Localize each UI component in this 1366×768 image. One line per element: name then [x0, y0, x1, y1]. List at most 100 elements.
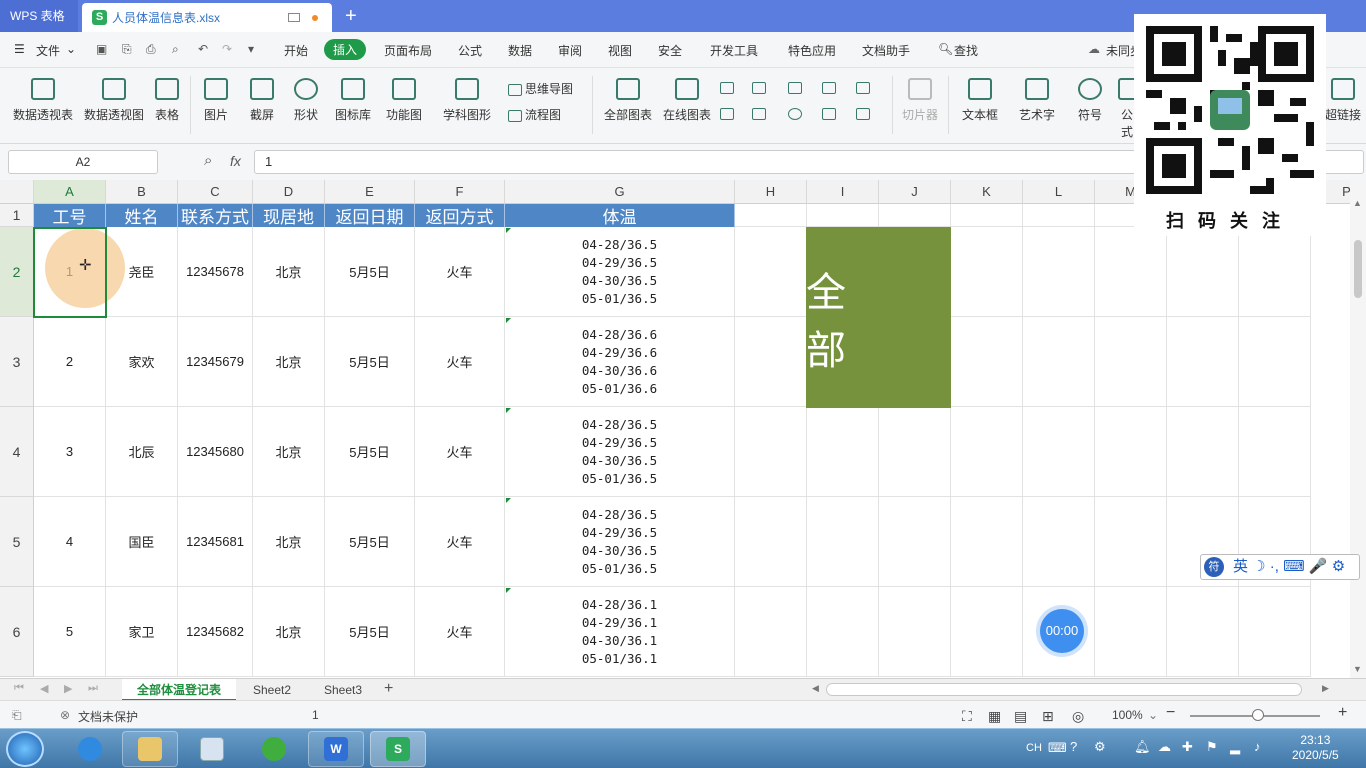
slicer-button[interactable]: 切片器: [900, 78, 940, 123]
empty-cell[interactable]: [807, 204, 879, 227]
menu-home[interactable]: 开始: [284, 42, 308, 59]
column-header[interactable]: I: [807, 180, 879, 204]
bar-chart-button[interactable]: [752, 80, 769, 94]
scroll-up-icon[interactable]: ▲: [1353, 198, 1362, 208]
symbol-button[interactable]: 符号: [1072, 78, 1108, 123]
preview-icon[interactable]: ⌕: [172, 42, 179, 57]
fullscreen-icon[interactable]: ⛶: [962, 708, 972, 725]
security-icon[interactable]: ✚: [1182, 739, 1193, 755]
column-header[interactable]: A: [34, 180, 106, 204]
vertical-scrollbar[interactable]: ▲ ▼: [1350, 180, 1366, 678]
cell-temperature[interactable]: 04-28/36.5 04-29/36.5 04-30/36.5 05-01/36.5: [505, 407, 735, 497]
start-button[interactable]: [6, 731, 44, 767]
empty-cell[interactable]: [879, 587, 951, 677]
wordart-button[interactable]: 艺术字: [1014, 78, 1060, 123]
zoom-out-icon[interactable]: −: [1166, 704, 1175, 722]
cell-temperature[interactable]: 04-28/36.5 04-29/36.5 04-30/36.5 05-01/36.5: [505, 227, 735, 317]
column-chart-button[interactable]: [720, 80, 737, 94]
chevron-down-icon[interactable]: ⌄: [66, 42, 76, 56]
function-chart-button[interactable]: 功能图: [382, 78, 426, 123]
language-indicator[interactable]: CH: [1026, 742, 1042, 754]
horizontal-scrollbar[interactable]: [826, 683, 1302, 696]
cell-mode[interactable]: 火车: [415, 497, 505, 587]
notification-icon[interactable]: 🔔︎: [1134, 739, 1151, 755]
app-tab-wps[interactable]: WPS 表格: [0, 0, 78, 32]
normal-view-icon[interactable]: ▦: [988, 708, 1001, 725]
vertical-scroll-thumb[interactable]: [1354, 240, 1362, 298]
radar-chart-button[interactable]: [822, 80, 839, 94]
row-header[interactable]: 4: [0, 407, 34, 497]
header-cell[interactable]: 现居地: [253, 204, 325, 227]
header-cell[interactable]: 工号: [34, 204, 106, 227]
spreadsheet-grid[interactable]: A B C D E F G H I J K L M N O P 1 工号 姓名 …: [0, 180, 1366, 678]
empty-cell[interactable]: [1239, 227, 1311, 317]
empty-cell[interactable]: [735, 587, 807, 677]
line-chart-button[interactable]: [788, 80, 805, 94]
signal-icon[interactable]: ▂: [1230, 739, 1240, 755]
menu-doc-assistant[interactable]: 文档助手: [862, 42, 910, 59]
protection-status[interactable]: 文档未保护: [78, 708, 138, 725]
taskbar-ie[interactable]: [62, 731, 118, 767]
menu-data[interactable]: 数据: [508, 42, 532, 59]
cell-id[interactable]: 4: [34, 497, 106, 587]
empty-cell[interactable]: [807, 407, 879, 497]
empty-cell[interactable]: [951, 317, 1023, 407]
column-header[interactable]: H: [735, 180, 807, 204]
cell-name[interactable]: 北辰: [106, 407, 178, 497]
scatter-chart-button[interactable]: [822, 106, 839, 120]
pie-chart-button[interactable]: [788, 106, 805, 120]
file-tab[interactable]: S 人员体温信息表.xlsx: [82, 3, 332, 32]
hyperlink-button[interactable]: 超链接: [1325, 78, 1361, 123]
empty-cell[interactable]: [1023, 317, 1095, 407]
cell-mode[interactable]: 火车: [415, 227, 505, 317]
column-header[interactable]: G: [505, 180, 735, 204]
taskbar-refresh[interactable]: [246, 731, 302, 767]
volume-icon[interactable]: ♪: [1254, 739, 1261, 754]
empty-cell[interactable]: [735, 227, 807, 317]
cell-city[interactable]: 北京: [253, 407, 325, 497]
cell-date[interactable]: 5月5日: [325, 317, 415, 407]
cell-name[interactable]: 家卫: [106, 587, 178, 677]
column-header[interactable]: E: [325, 180, 415, 204]
taskbar-wps-sheets[interactable]: S: [370, 731, 426, 767]
cell-temperature[interactable]: 04-28/36.6 04-29/36.6 04-30/36.6 05-01/36.6: [505, 317, 735, 407]
stock-chart-button[interactable]: [720, 106, 737, 120]
pivot-chart-button[interactable]: 数据透视图: [83, 78, 145, 123]
cell-id[interactable]: 2: [34, 317, 106, 407]
eye-care-icon[interactable]: ◎: [1072, 708, 1084, 725]
row-header[interactable]: 2: [0, 227, 34, 317]
empty-cell[interactable]: [735, 497, 807, 587]
ime-status[interactable]: 英 ☽ ·, ⌨ 🎤 ⚙: [1233, 558, 1345, 575]
scroll-right-icon[interactable]: ▶: [1322, 683, 1329, 694]
network-app-icon[interactable]: ☁: [1158, 739, 1171, 755]
name-box[interactable]: A2: [8, 150, 158, 174]
empty-cell[interactable]: [1167, 227, 1239, 317]
online-chart-button[interactable]: 在线图表: [662, 78, 712, 123]
cell-phone[interactable]: 12345680: [178, 407, 253, 497]
row-header[interactable]: 3: [0, 317, 34, 407]
empty-cell[interactable]: [1239, 587, 1311, 677]
icon-library-button[interactable]: 图标库: [334, 78, 372, 123]
empty-cell[interactable]: [951, 407, 1023, 497]
search-icon[interactable]: 🔍︎: [938, 42, 953, 56]
column-header[interactable]: K: [951, 180, 1023, 204]
ime-tray-icon[interactable]: ⌨: [1048, 740, 1067, 756]
taskbar-reader[interactable]: [184, 731, 240, 767]
cell-city[interactable]: 北京: [253, 497, 325, 587]
empty-cell[interactable]: [879, 204, 951, 227]
empty-cell[interactable]: [951, 497, 1023, 587]
subject-graphic-button[interactable]: 学科图形: [438, 78, 496, 123]
column-header[interactable]: B: [106, 180, 178, 204]
cell-mode[interactable]: 火车: [415, 317, 505, 407]
taskbar-explorer[interactable]: [122, 731, 178, 767]
zoom-level[interactable]: 100%: [1112, 708, 1143, 722]
cell-city[interactable]: 北京: [253, 227, 325, 317]
cell-date[interactable]: 5月5日: [325, 497, 415, 587]
zoom-slider-thumb[interactable]: [1252, 709, 1264, 721]
picture-button[interactable]: 图片: [198, 78, 234, 123]
cell-city[interactable]: 北京: [253, 587, 325, 677]
select-all-corner[interactable]: [0, 180, 34, 204]
new-tab-icon[interactable]: +: [345, 5, 357, 28]
more-icon[interactable]: ▾: [248, 42, 254, 56]
area-chart-button[interactable]: [856, 80, 873, 94]
